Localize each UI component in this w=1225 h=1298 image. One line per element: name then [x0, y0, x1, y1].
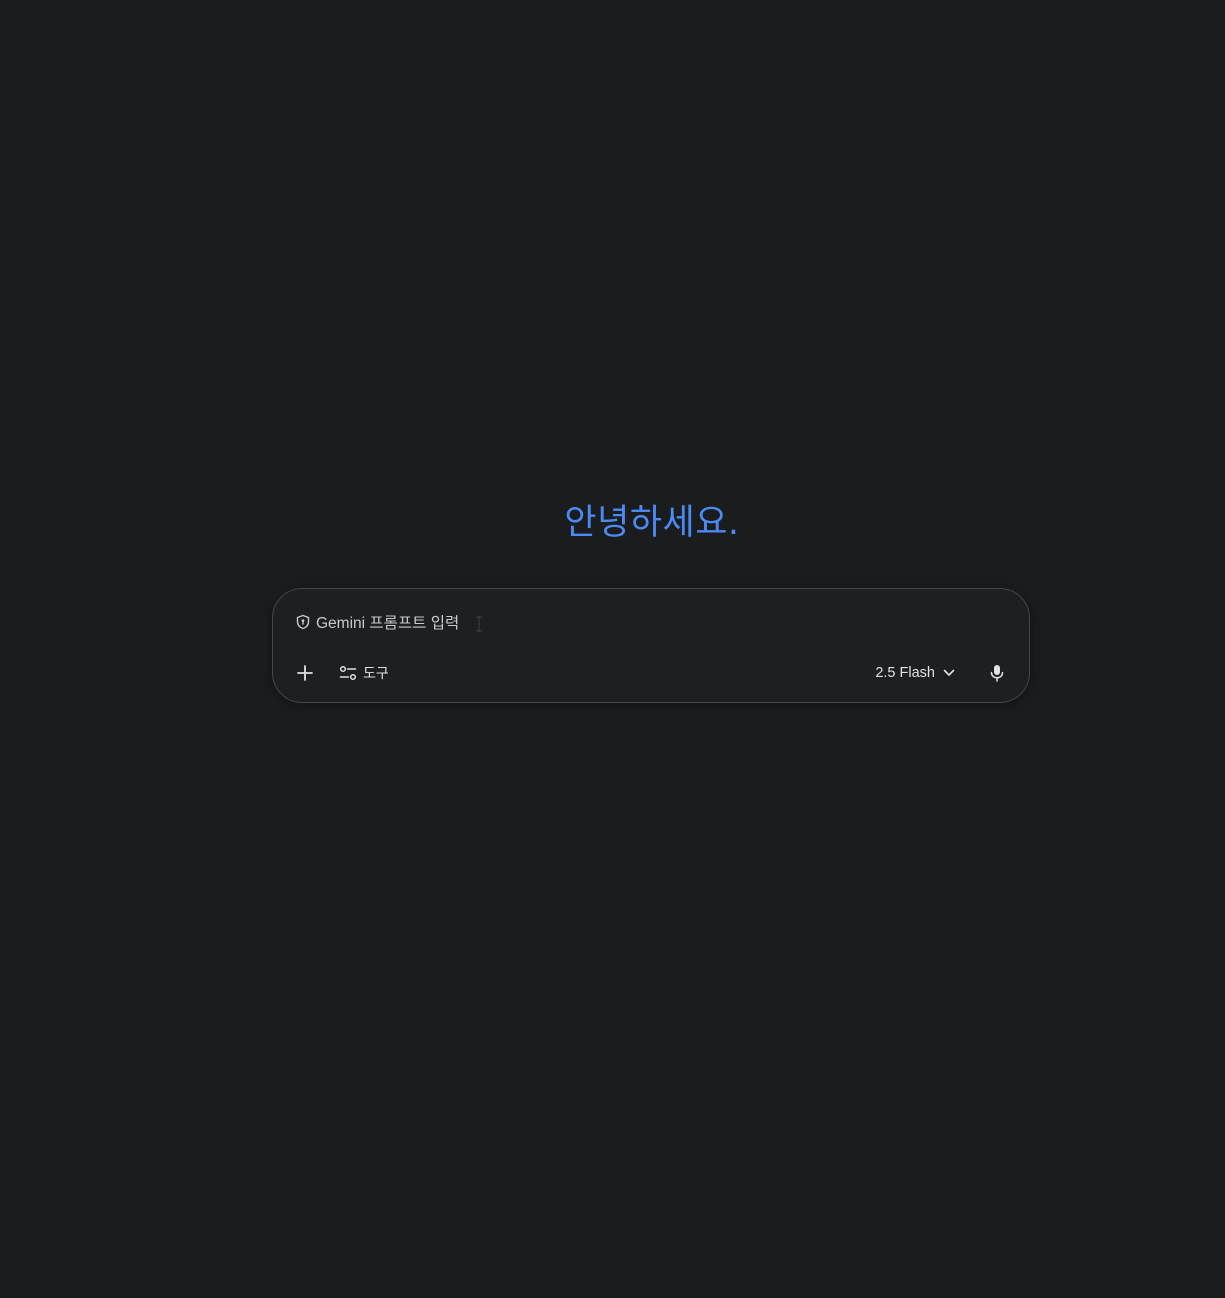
gemini-home: 안녕하세요. Gemini 프롬프트 입력 도구 2.5 Flash: [0, 0, 1225, 1298]
add-button[interactable]: [287, 655, 323, 691]
chevron-down-icon: [943, 669, 955, 677]
tools-button[interactable]: 도구: [329, 655, 399, 691]
prompt-toolbar: 도구 2.5 Flash: [287, 655, 1015, 691]
microphone-icon: [990, 664, 1004, 682]
shield-icon: [295, 614, 311, 630]
microphone-button[interactable]: [979, 655, 1015, 691]
sliders-icon: [339, 665, 357, 681]
prompt-placeholder: Gemini 프롬프트 입력: [316, 615, 460, 632]
prompt-card[interactable]: Gemini 프롬프트 입력 도구 2.5 Flash: [272, 588, 1030, 703]
model-label: 2.5 Flash: [875, 665, 935, 681]
plus-icon: [296, 664, 314, 682]
tools-label: 도구: [363, 666, 389, 682]
model-selector[interactable]: 2.5 Flash: [867, 655, 963, 691]
prompt-input[interactable]: Gemini 프롬프트 입력: [295, 611, 1007, 633]
greeting-title: 안녕하세요.: [564, 503, 740, 543]
text-cursor-icon: [474, 616, 484, 632]
